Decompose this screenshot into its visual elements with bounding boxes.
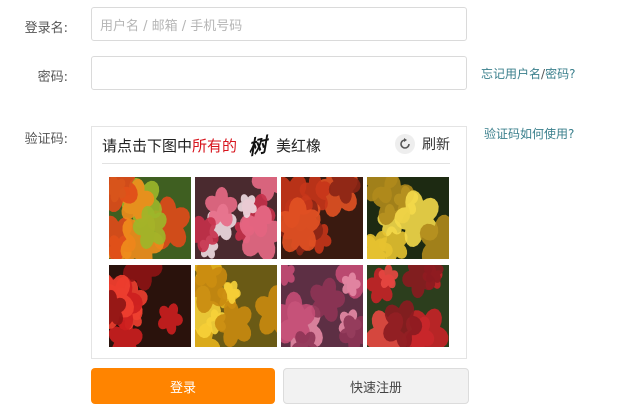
captcha-image-7[interactable] [281,265,363,347]
captcha-image-4[interactable] [367,177,449,259]
forgot-username-link[interactable]: 忘记用户名 [481,67,541,81]
instruction-distorted-glyph: 树 [247,133,268,160]
login-button[interactable]: 登录 [91,368,275,404]
refresh-button[interactable]: 刷新 [395,134,450,154]
captcha-header: 请点击下图中 所有的树美红橡 刷新 [102,127,450,164]
username-input[interactable]: 用户名 / 邮箱 / 手机号码 [91,7,467,41]
instruction-prefix: 请点击下图中 [102,136,193,155]
username-label: 登录名: [24,21,68,36]
password-label: 密码: [37,70,68,85]
forgot-link: 忘记用户名/密码? [481,65,575,82]
forgot-password-link[interactable]: 密码? [545,67,575,81]
register-button[interactable]: 快速注册 [283,368,469,404]
captcha-instruction: 请点击下图中 所有的树美红橡 [102,132,321,159]
captcha-panel: 请点击下图中 所有的树美红橡 刷新 [91,126,467,359]
captcha-image-1[interactable] [109,177,191,259]
password-input[interactable] [91,56,467,90]
captcha-image-3[interactable] [281,177,363,259]
refresh-label: 刷新 [422,137,450,153]
captcha-image-6[interactable] [195,265,277,347]
instruction-highlight: 所有的 [192,136,238,155]
username-placeholder: 用户名 / 邮箱 / 手机号码 [100,18,243,34]
captcha-image-8[interactable] [367,265,449,347]
refresh-icon [395,134,415,154]
captcha-image-2[interactable] [195,177,277,259]
captcha-help-link[interactable]: 验证码如何使用? [484,125,574,142]
captcha-image-5[interactable] [109,265,191,347]
captcha-label: 验证码: [24,132,68,147]
captcha-image-grid [109,177,451,347]
instruction-suffix: 美红橡 [276,136,322,155]
